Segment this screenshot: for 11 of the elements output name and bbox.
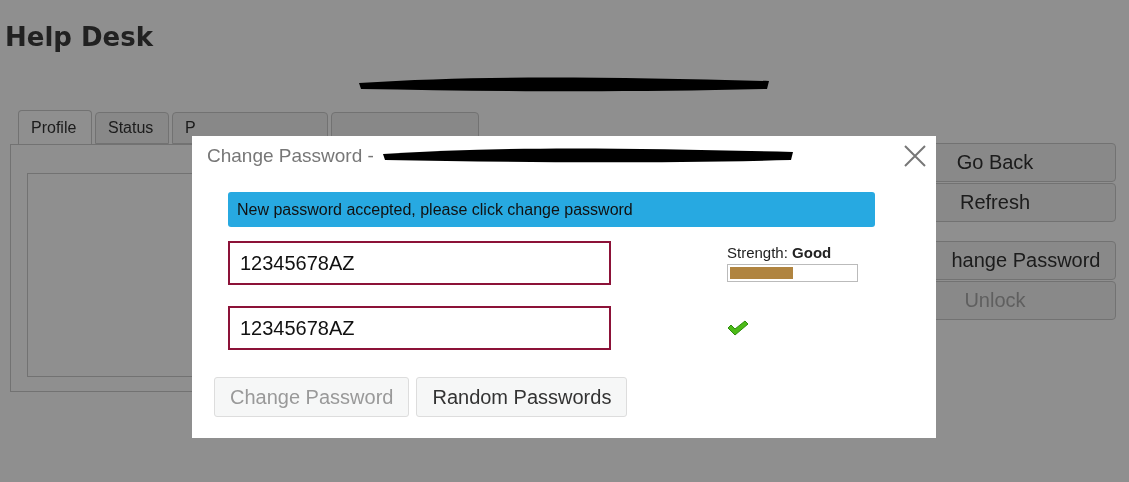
tab[interactable]: Profile	[18, 110, 92, 144]
close-button[interactable]	[902, 143, 928, 169]
password-field[interactable]: 12345678AZ	[228, 241, 611, 285]
password-field[interactable]: 12345678AZ	[228, 306, 611, 350]
dialog-button[interactable]: Random Passwords	[416, 377, 628, 417]
tab[interactable]: Status	[95, 112, 169, 144]
page-title: Help Desk	[4, 21, 154, 54]
strength-label: Strength: Good	[727, 244, 833, 261]
alert-banner: New password accepted, please click change password	[228, 192, 875, 227]
dialog-title: Change Password -	[207, 145, 375, 167]
close-icon	[902, 143, 928, 169]
